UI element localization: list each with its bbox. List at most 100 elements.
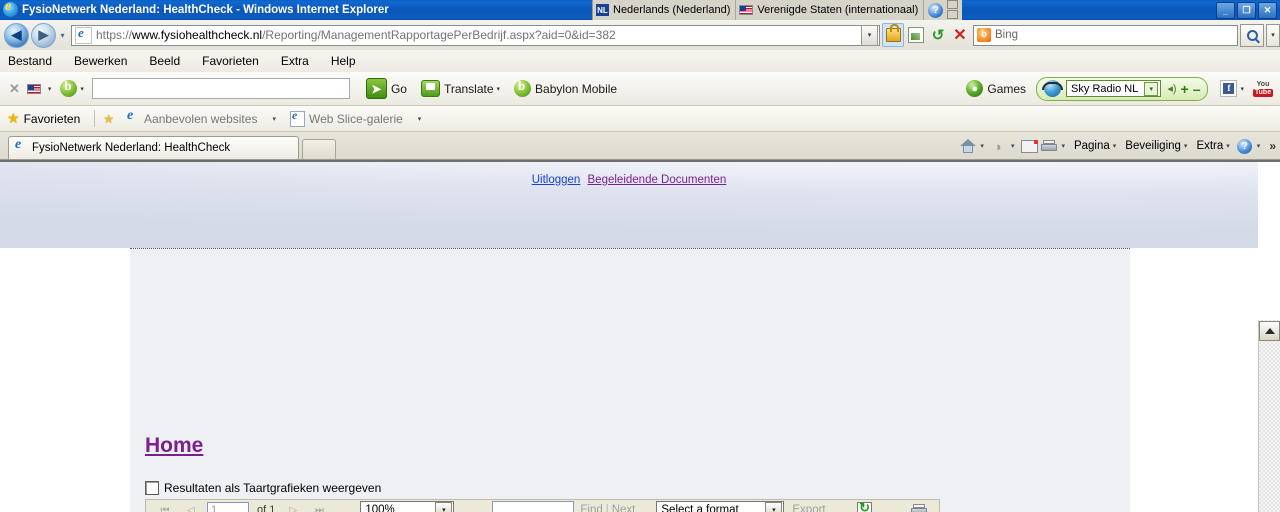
- web-slice-label[interactable]: Web Slice-galerie: [309, 112, 403, 126]
- page-title[interactable]: Home: [145, 434, 203, 458]
- mail-icon[interactable]: [1019, 136, 1039, 156]
- close-toolbar-icon[interactable]: ✕: [9, 81, 20, 97]
- export-format-caret-icon[interactable]: ▾: [765, 502, 783, 512]
- add-to-favorites-icon[interactable]: ★: [103, 112, 114, 126]
- url-dropdown-icon[interactable]: ▾: [861, 24, 878, 46]
- volume-up-icon[interactable]: +: [1181, 81, 1189, 97]
- suggested-sites-label[interactable]: Aanbevolen websites: [144, 112, 257, 126]
- youtube-top-label: You: [1256, 80, 1270, 88]
- facebook-caret-icon[interactable]: ▾: [1240, 85, 1244, 93]
- page-scroll-up-button[interactable]: [1259, 321, 1280, 341]
- toolbar-language-caret-icon[interactable]: ▾: [48, 85, 52, 93]
- find-input[interactable]: [492, 501, 575, 512]
- suggested-sites-caret-icon[interactable]: ▾: [272, 115, 276, 123]
- compatibility-view-icon[interactable]: [906, 24, 926, 46]
- print-icon[interactable]: [1039, 136, 1059, 156]
- favorites-label[interactable]: Favorieten: [24, 112, 81, 126]
- close-button[interactable]: ✕: [1258, 2, 1277, 19]
- print-caret-icon[interactable]: ▾: [1061, 142, 1065, 150]
- export-format-select[interactable]: Select a format ▾: [656, 501, 785, 512]
- facebook-icon[interactable]: f: [1220, 80, 1238, 97]
- pie-chart-checkbox[interactable]: [145, 481, 159, 495]
- prev-page-button[interactable]: ◁: [184, 503, 198, 512]
- radio-station-select[interactable]: Sky Radio NL ▾: [1066, 80, 1162, 97]
- home-caret-icon[interactable]: ▾: [980, 142, 984, 150]
- search-button[interactable]: [1240, 23, 1264, 47]
- last-page-button[interactable]: ⏭: [312, 503, 326, 512]
- favorites-star-icon[interactable]: ★: [7, 110, 20, 127]
- safety-caret-icon[interactable]: ▾: [1184, 142, 1188, 150]
- menu-item-bewerken[interactable]: Bewerken: [74, 54, 127, 68]
- command-bar-overflow-icon[interactable]: »: [1269, 139, 1276, 153]
- language-bar[interactable]: NL Nederlands (Nederland) Verenigde Stat…: [592, 0, 963, 20]
- page-caret-icon[interactable]: ▾: [1113, 142, 1117, 150]
- history-dropdown-icon[interactable]: ▾: [56, 24, 69, 47]
- report-refresh-icon[interactable]: [856, 500, 874, 512]
- page-number-input[interactable]: 1: [207, 502, 249, 512]
- language-item-nl[interactable]: NL Nederlands (Nederland): [593, 0, 737, 20]
- volume-speaker-icon[interactable]: ◂): [1167, 82, 1176, 95]
- games-icon[interactable]: ●: [966, 80, 984, 97]
- home-icon[interactable]: [958, 136, 978, 156]
- radio-player[interactable]: Sky Radio NL ▾ ◂) + –: [1036, 76, 1209, 101]
- find-button[interactable]: Find: [580, 504, 602, 512]
- web-slice-caret-icon[interactable]: ▾: [418, 115, 422, 123]
- next-page-button[interactable]: ▷: [286, 503, 300, 512]
- help-icon[interactable]: ?: [1235, 136, 1255, 156]
- menu-item-bestand[interactable]: Bestand: [8, 54, 52, 68]
- games-label[interactable]: Games: [987, 82, 1026, 96]
- babylon-mobile-label[interactable]: Babylon Mobile: [535, 82, 617, 96]
- menu-item-help[interactable]: Help: [331, 54, 356, 68]
- safety-menu-label[interactable]: Beveiliging: [1125, 140, 1181, 152]
- radio-station-caret-icon[interactable]: ▾: [1144, 81, 1159, 96]
- babylon-mobile-icon[interactable]: [514, 78, 532, 97]
- page-menu-label[interactable]: Pagina: [1074, 140, 1110, 152]
- go-button[interactable]: ➤: [365, 78, 387, 99]
- translate-icon[interactable]: [420, 80, 440, 97]
- pie-chart-checkbox-row[interactable]: Resultaten als Taartgrafieken weergeven: [145, 481, 381, 495]
- language-help-icon[interactable]: ?: [928, 2, 944, 18]
- babylon-search-input[interactable]: [91, 78, 350, 99]
- language-bar-spinner[interactable]: [947, 0, 959, 20]
- security-lock-icon[interactable]: [882, 23, 904, 47]
- youtube-icon[interactable]: You Tube: [1252, 79, 1274, 99]
- zoom-caret-icon[interactable]: ▾: [435, 502, 453, 512]
- toolbar-language-flag-icon[interactable]: [26, 83, 41, 94]
- radio-headphones-icon: [1042, 80, 1064, 97]
- report-print-icon[interactable]: [910, 501, 928, 512]
- translate-caret-icon[interactable]: ▾: [497, 85, 501, 93]
- tools-caret-icon[interactable]: ▾: [1226, 142, 1230, 150]
- search-input[interactable]: Bing: [995, 29, 1018, 41]
- translate-label[interactable]: Translate: [444, 82, 494, 96]
- forward-button[interactable]: ▶: [31, 22, 56, 48]
- babylon-logo-icon[interactable]: [60, 78, 78, 97]
- babylon-menu-caret-icon[interactable]: ▾: [80, 85, 84, 93]
- documents-link[interactable]: Begeleidende Documenten: [588, 174, 727, 186]
- first-page-button[interactable]: ⏮: [158, 503, 172, 512]
- feeds-caret-icon[interactable]: ▾: [1011, 142, 1015, 150]
- menu-item-favorieten[interactable]: Favorieten: [202, 54, 259, 68]
- feeds-icon[interactable]: ◗: [989, 136, 1009, 156]
- zoom-select[interactable]: 100% ▾: [360, 501, 455, 512]
- find-next-button[interactable]: Next: [612, 504, 636, 512]
- url-bar[interactable]: https://www.fysiohealthcheck.nl/Reportin…: [71, 24, 880, 46]
- back-button[interactable]: ◀: [4, 22, 29, 48]
- new-tab-button[interactable]: [302, 139, 336, 159]
- menu-item-beeld[interactable]: Beeld: [149, 54, 180, 68]
- minimize-button[interactable]: _: [1216, 2, 1235, 19]
- page-vertical-scrollbar[interactable]: [1258, 320, 1280, 512]
- volume-down-icon[interactable]: –: [1193, 81, 1201, 97]
- search-box[interactable]: b Bing: [973, 24, 1238, 46]
- favorites-divider: [94, 110, 96, 127]
- tab-healthcheck[interactable]: FysioNetwerk Nederland: HealthCheck: [8, 136, 299, 159]
- language-item-us[interactable]: Verenigde Staten (internationaal): [736, 0, 925, 20]
- export-button[interactable]: Export: [792, 504, 825, 512]
- menu-item-extra[interactable]: Extra: [281, 54, 309, 68]
- stop-icon[interactable]: ✕: [950, 24, 970, 46]
- tools-menu-label[interactable]: Extra: [1196, 140, 1223, 152]
- restore-button[interactable]: ❐: [1237, 2, 1256, 19]
- help-caret-icon[interactable]: ▾: [1257, 142, 1261, 150]
- refresh-icon[interactable]: ↺: [928, 24, 948, 46]
- logout-link[interactable]: Uitloggen: [532, 174, 581, 186]
- search-options-icon[interactable]: ▾: [1266, 23, 1280, 47]
